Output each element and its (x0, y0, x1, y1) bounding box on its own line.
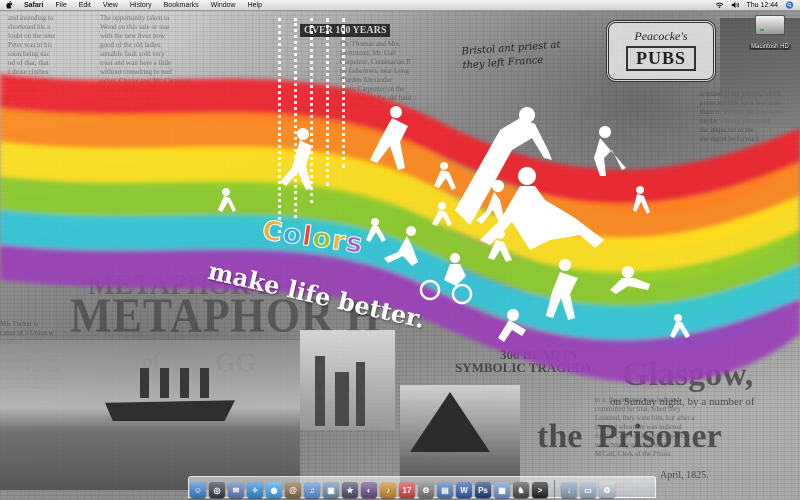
menu-help[interactable]: Help (242, 0, 268, 10)
spotlight-icon-glyph (785, 1, 793, 9)
menu-app-name[interactable]: Safari (18, 0, 49, 10)
apple-icon[interactable] (0, 0, 18, 11)
safari-icon[interactable]: ✧ (247, 482, 263, 498)
idvd-icon[interactable]: ◐ (361, 482, 377, 498)
menu-edit[interactable]: Edit (73, 0, 97, 10)
trash-icon[interactable]: ♻ (599, 482, 615, 498)
menu-history[interactable]: History (124, 0, 158, 10)
ical-icon[interactable]: 17 (399, 482, 415, 498)
garageband-icon[interactable]: ♪ (380, 482, 396, 498)
mail-icon[interactable]: ✉ (228, 482, 244, 498)
volume-icon[interactable] (730, 1, 740, 10)
menu-bar-left: Safari File Edit View History Bookmarks … (0, 0, 268, 10)
apple-logo (5, 1, 13, 9)
preview-icon[interactable]: ▦ (494, 482, 510, 498)
word-icon[interactable]: W (456, 482, 472, 498)
desktop-icon-label: Macintosh HD (749, 44, 791, 50)
menu-window[interactable]: Window (205, 0, 242, 10)
downloads-stack-icon[interactable]: ↓ (561, 482, 577, 498)
system-preferences-icon[interactable]: ⚙ (418, 482, 434, 498)
finder-icon[interactable]: ☺ (190, 482, 206, 498)
dock-separator (554, 480, 555, 498)
terminal-icon[interactable]: > (532, 482, 548, 498)
athlete-silhouettes (218, 106, 690, 342)
image-capture-icon[interactable]: ▤ (437, 482, 453, 498)
menu-bookmarks[interactable]: Bookmarks (158, 0, 205, 10)
wifi-icon[interactable] (714, 1, 724, 10)
menu-view[interactable]: View (97, 0, 124, 10)
documents-stack-icon[interactable]: ▭ (580, 482, 596, 498)
menu-file[interactable]: File (49, 0, 72, 10)
spotlight-icon[interactable] (784, 1, 794, 10)
photoshop-icon[interactable]: Ps (475, 482, 491, 498)
menu-bar-extras: Thu 12:44 (714, 0, 800, 10)
address-book-icon[interactable]: @ (285, 482, 301, 498)
menu-clock[interactable]: Thu 12:44 (746, 2, 778, 9)
menu-bar: Safari File Edit View History Bookmarks … (0, 0, 800, 11)
chess-icon[interactable]: ♞ (513, 482, 529, 498)
imovie-icon[interactable]: ★ (342, 482, 358, 498)
ichat-icon[interactable]: ◉ (266, 482, 282, 498)
desktop-wallpaper: and intending to shortened his a loubt o… (0, 0, 800, 500)
macintosh-hd-icon[interactable]: Macintosh HD (742, 15, 798, 53)
itunes-icon[interactable]: ♫ (304, 482, 320, 498)
hard-drive-icon (755, 15, 785, 35)
dashboard-icon[interactable]: ◎ (209, 482, 225, 498)
iphoto-icon[interactable]: ▣ (323, 482, 339, 498)
dock: ☺ ◎ ✉ ✧ ◉ @ ♫ ▣ ★ ◐ ♪ 17 ⚙ ▤ W Ps ▦ ♞ > ↓ ▭ ♻ (190, 472, 615, 498)
